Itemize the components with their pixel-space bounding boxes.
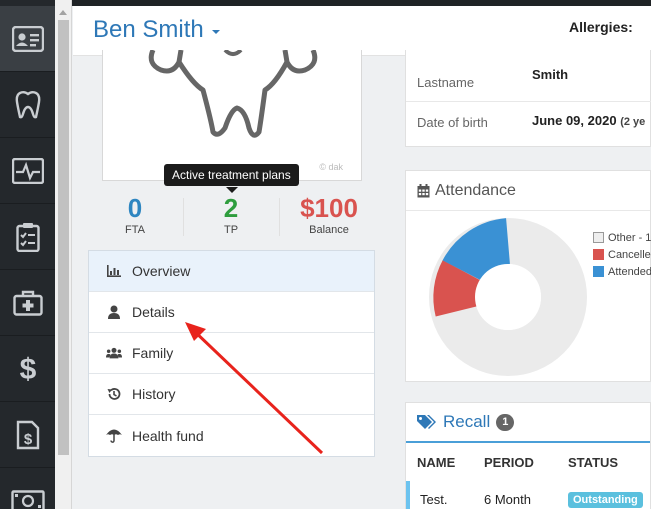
patient-header: Ben Smith Allergies: xyxy=(73,6,651,56)
stat-divider xyxy=(279,198,280,236)
patient-nav-menu: Overview Details Family History Health f… xyxy=(88,250,375,457)
nav-item-health-fund[interactable]: Health fund xyxy=(89,415,374,456)
stat-balance-label: Balance xyxy=(309,224,349,236)
dob-label: Date of birth xyxy=(417,115,488,130)
sidebar-item-dental-chart[interactable] xyxy=(0,72,55,138)
dob-value: June 09, 2020 (2 ye xyxy=(532,113,645,128)
recall-name-cell[interactable]: Test. xyxy=(420,492,447,507)
stat-tp-label: TP xyxy=(223,224,239,236)
attendance-header: Attendance xyxy=(406,171,650,211)
status-badge: Outstanding xyxy=(568,492,643,508)
sidebar-item-billing[interactable]: $ xyxy=(0,336,55,402)
stat-fta[interactable]: 0 FTA xyxy=(102,194,168,236)
attendance-donut-chart xyxy=(429,218,587,376)
svg-text:$: $ xyxy=(19,353,36,385)
dob-age: (2 ye xyxy=(620,116,646,128)
donut-slice-cancelled xyxy=(433,260,484,317)
main-content: Ben Smith Allergies: © dak 0 FTA 2 TP $1… xyxy=(73,6,651,509)
recall-period-cell: 6 Month xyxy=(484,492,531,507)
stat-tp[interactable]: 2 TP xyxy=(198,194,264,236)
nav-item-family[interactable]: Family xyxy=(89,333,374,374)
sidebar-item-invoices[interactable]: $ xyxy=(0,402,55,468)
id-card-icon xyxy=(11,25,44,52)
legend-item-cancelled[interactable]: Cancelle xyxy=(593,246,651,263)
bar-chart-icon xyxy=(106,263,122,279)
nav-item-label: Details xyxy=(132,304,175,320)
nav-item-details[interactable]: Details xyxy=(89,292,374,333)
nav-item-label: Family xyxy=(132,345,174,361)
dob-date: June 09, 2020 xyxy=(532,113,617,128)
nav-item-overview[interactable]: Overview xyxy=(89,251,374,292)
allergies-label: Allergies: xyxy=(569,19,633,35)
legend-item-other[interactable]: Other - 1 xyxy=(593,229,651,246)
scrollbar-thumb[interactable] xyxy=(58,20,69,455)
nav-item-label: Health fund xyxy=(132,427,204,444)
attendance-title: Attendance xyxy=(435,181,516,199)
stat-tp-value: 2 xyxy=(223,193,239,223)
sidebar-item-payments[interactable] xyxy=(0,468,55,509)
attendance-card: Attendance Other - 1 Cancelle Attended xyxy=(405,170,651,382)
stat-balance[interactable]: $100 Balance xyxy=(290,194,368,236)
umbrella-icon xyxy=(106,428,122,444)
legend-swatch xyxy=(593,249,604,260)
tooltip-arrow xyxy=(226,187,238,193)
tooth-icon xyxy=(15,90,40,118)
recall-card: Recall 1 NAME PERIOD STATUS Test. 6 Mont… xyxy=(405,402,651,509)
money-icon xyxy=(10,489,45,509)
svg-text:$: $ xyxy=(23,431,32,448)
nav-item-label: History xyxy=(132,386,176,402)
table-row-indicator xyxy=(406,481,410,509)
watermark: © dak xyxy=(319,162,343,172)
chevron-down-icon[interactable] xyxy=(212,30,220,34)
recall-count-badge: 1 xyxy=(496,413,515,431)
legend-item-attended[interactable]: Attended xyxy=(593,263,651,280)
medical-kit-icon xyxy=(12,290,43,316)
tag-icon xyxy=(417,414,437,430)
invoice-icon: $ xyxy=(16,420,39,449)
sidebar-item-clipboard[interactable] xyxy=(0,204,55,270)
tooltip: Active treatment plans xyxy=(164,164,299,186)
stat-fta-value: 0 xyxy=(127,193,143,223)
user-icon xyxy=(106,304,122,320)
patient-name-dropdown[interactable]: Ben Smith xyxy=(93,16,204,44)
lastname-value: Smith xyxy=(532,67,569,82)
legend-label: Cancelle xyxy=(608,248,651,261)
calendar-icon xyxy=(417,183,430,198)
history-icon xyxy=(106,386,122,402)
stat-fta-label: FTA xyxy=(125,224,145,236)
nav-item-label: Overview xyxy=(132,263,191,279)
column-header-status[interactable]: STATUS xyxy=(568,455,618,470)
sidebar-item-medical[interactable] xyxy=(0,270,55,336)
lastname-label: Lastname xyxy=(417,75,475,90)
lastname-row: Lastname Smith xyxy=(406,62,651,103)
nav-item-history[interactable]: History xyxy=(89,374,374,415)
patient-details-card: Lastname Smith Date of birth June 09, 20… xyxy=(405,50,651,147)
dollar-icon: $ xyxy=(19,353,36,385)
sidebar-item-monitoring[interactable] xyxy=(0,138,55,204)
stat-balance-value: $100 xyxy=(300,193,358,223)
summary-stats: 0 FTA 2 TP $100 Balance xyxy=(102,194,362,240)
sidebar-item-patient-card[interactable] xyxy=(0,6,55,72)
app-sidebar: $ $ xyxy=(0,0,55,509)
users-icon xyxy=(106,345,122,361)
column-header-period[interactable]: PERIOD xyxy=(484,455,534,470)
heart-monitor-icon xyxy=(11,157,44,184)
recall-title: Recall xyxy=(443,412,491,431)
scroll-up-icon[interactable] xyxy=(59,10,67,15)
tooth-chart-card: © dak xyxy=(102,50,362,181)
legend-label: Attended xyxy=(608,265,651,278)
clipboard-icon xyxy=(15,222,40,252)
legend-swatch xyxy=(593,232,604,243)
stat-divider xyxy=(183,198,184,236)
legend-swatch xyxy=(593,266,604,277)
recall-header: Recall 1 xyxy=(406,403,650,443)
attendance-legend: Other - 1 Cancelle Attended xyxy=(593,229,651,280)
dob-row: Date of birth June 09, 2020 (2 ye xyxy=(406,101,651,142)
column-header-name[interactable]: NAME xyxy=(417,455,455,470)
legend-label: Other - 1 xyxy=(608,231,651,244)
